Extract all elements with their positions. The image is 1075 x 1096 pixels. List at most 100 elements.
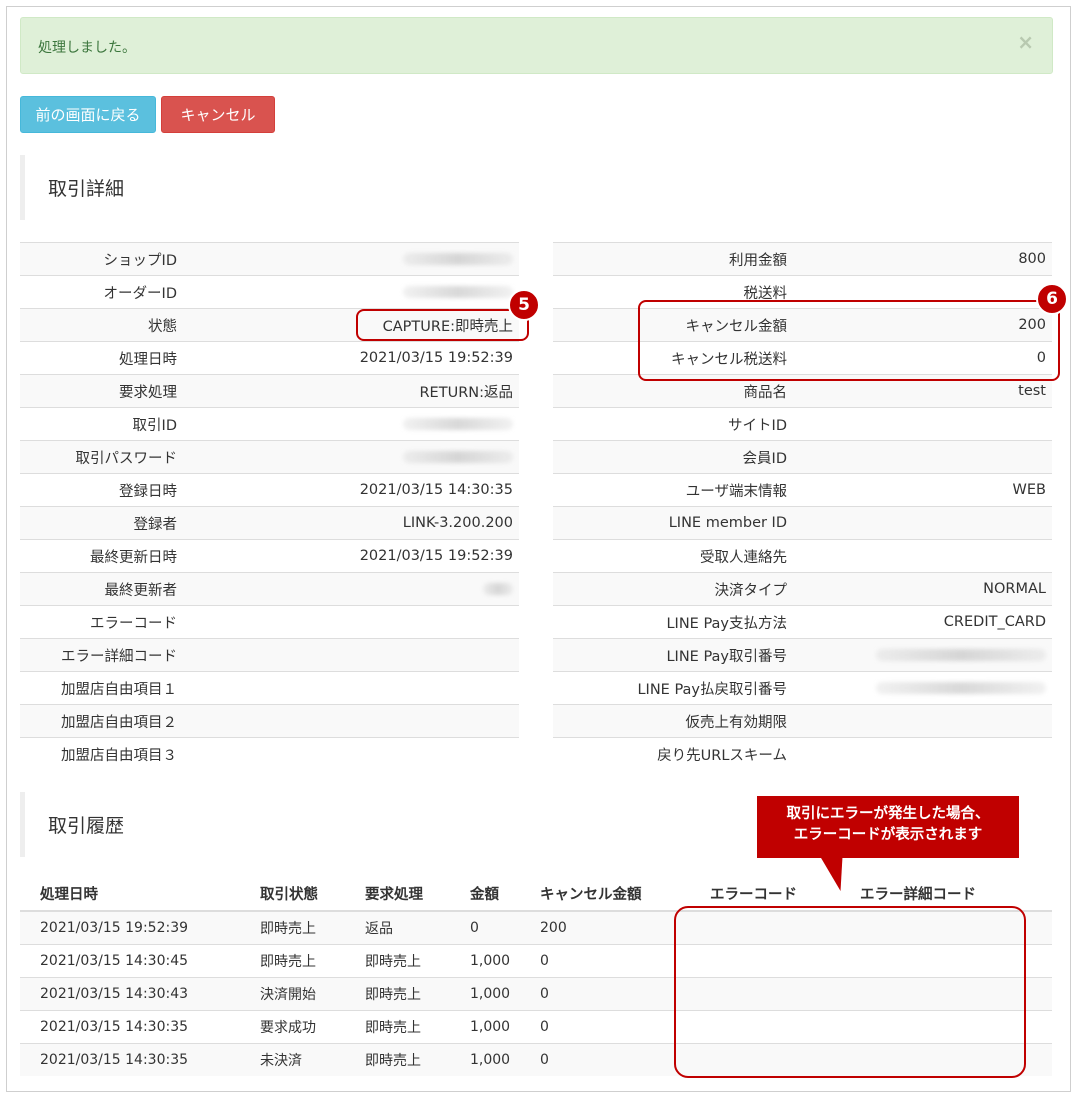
detail-label: LINE Pay取引番号 xyxy=(553,638,793,672)
detail-row: エラーコード xyxy=(20,605,519,639)
table-cell: 返品 xyxy=(345,910,450,944)
detail-row: 取引パスワード xyxy=(20,440,519,474)
callout-line-1: 取引にエラーが発生した場合、 xyxy=(786,806,990,822)
redacted-value xyxy=(403,451,513,463)
table-row: 2021/03/15 14:30:43 決済開始 即時売上 1,000 0 xyxy=(20,976,1052,1010)
table-cell: 即時売上 xyxy=(345,976,450,1010)
detail-value: RETURN:返品 xyxy=(183,374,519,408)
redacted-value xyxy=(403,253,513,265)
detail-label: 戻り先URLスキーム xyxy=(553,737,793,771)
callout-line-2: エラーコードが表示されます xyxy=(793,827,983,843)
table-cell: 2021/03/15 14:30:45 xyxy=(20,943,240,977)
table-row: 2021/03/15 14:30:45 即時売上 即時売上 1,000 0 xyxy=(20,943,1052,977)
detail-label: 加盟店自由項目１ xyxy=(20,671,183,705)
column-header: エラーコード xyxy=(690,877,840,912)
column-header: エラー詳細コード xyxy=(840,877,1052,912)
detail-value xyxy=(183,704,519,738)
detail-value xyxy=(183,440,519,474)
table-cell: 即時売上 xyxy=(240,943,345,977)
detail-row: 処理日時 2021/03/15 19:52:39 xyxy=(20,341,519,375)
detail-table-right: 利用金額 800 税送料 キャンセル金額 200 キャンセル税送料 0 商品名 test サイトI… xyxy=(553,242,1052,771)
detail-value: 2021/03/15 19:52:39 xyxy=(183,539,519,573)
detail-label: サイトID xyxy=(553,407,793,441)
section-title-history: 取引履歴 xyxy=(20,792,520,857)
detail-row: 決済タイプ NORMAL xyxy=(553,572,1052,606)
redacted-value xyxy=(403,418,513,430)
table-cell xyxy=(690,910,840,944)
detail-value xyxy=(793,407,1052,441)
table-cell: 0 xyxy=(520,1009,690,1043)
detail-label: 仮売上有効期限 xyxy=(553,704,793,738)
table-cell xyxy=(690,976,840,1010)
detail-label: オーダーID xyxy=(20,275,183,309)
back-button[interactable]: 前の画面に戻る xyxy=(20,96,156,133)
table-cell: 決済開始 xyxy=(240,976,345,1010)
table-cell: 0 xyxy=(520,1042,690,1076)
detail-label: エラー詳細コード xyxy=(20,638,183,672)
detail-row: 税送料 xyxy=(553,275,1052,309)
detail-value xyxy=(793,638,1052,672)
detail-value: 0 xyxy=(793,341,1052,375)
detail-value xyxy=(793,539,1052,573)
detail-row: 会員ID xyxy=(553,440,1052,474)
cancel-button[interactable]: キャンセル xyxy=(161,96,275,133)
detail-value xyxy=(183,275,519,309)
detail-label: 登録日時 xyxy=(20,473,183,507)
table-cell: 0 xyxy=(450,910,520,944)
detail-label: 利用金額 xyxy=(553,242,793,276)
table-cell: 2021/03/15 19:52:39 xyxy=(20,910,240,944)
detail-row: 仮売上有効期限 xyxy=(553,704,1052,738)
detail-value xyxy=(183,638,519,672)
close-icon[interactable]: × xyxy=(1017,32,1034,52)
detail-value xyxy=(183,242,519,276)
detail-label: 登録者 xyxy=(20,506,183,540)
detail-label: 取引パスワード xyxy=(20,440,183,474)
table-cell xyxy=(840,943,1052,977)
detail-row: LINE Pay支払方法 CREDIT_CARD xyxy=(553,605,1052,639)
table-cell: 即時売上 xyxy=(345,943,450,977)
column-header: 取引状態 xyxy=(240,877,345,912)
table-cell: 1,000 xyxy=(450,976,520,1010)
detail-row: ユーザ端末情報 WEB xyxy=(553,473,1052,507)
detail-row: 登録者 LINK-3.200.200 xyxy=(20,506,519,540)
table-cell: 1,000 xyxy=(450,1042,520,1076)
detail-value: NORMAL xyxy=(793,572,1052,606)
detail-label: キャンセル税送料 xyxy=(553,341,793,375)
column-header: 金額 xyxy=(450,877,520,912)
detail-label: 最終更新者 xyxy=(20,572,183,606)
detail-row: エラー詳細コード xyxy=(20,638,519,672)
detail-value xyxy=(793,671,1052,705)
detail-value: 2021/03/15 14:30:35 xyxy=(183,473,519,507)
table-cell: 1,000 xyxy=(450,1009,520,1043)
detail-value: CREDIT_CARD xyxy=(793,605,1052,639)
detail-value xyxy=(183,572,519,606)
step-badge-5: 5 xyxy=(508,289,540,321)
detail-row: 取引ID xyxy=(20,407,519,441)
table-cell: 2021/03/15 14:30:35 xyxy=(20,1042,240,1076)
alert-message: 処理しました。 xyxy=(38,40,136,56)
detail-value: 200 xyxy=(793,308,1052,342)
detail-value: CAPTURE:即時売上 xyxy=(183,308,519,342)
success-alert: 処理しました。 × xyxy=(20,17,1053,74)
detail-value xyxy=(793,275,1052,309)
detail-row: ショップID xyxy=(20,242,519,276)
detail-value: LINK-3.200.200 xyxy=(183,506,519,540)
detail-value xyxy=(183,737,519,771)
detail-table-left: ショップID オーダーID 状態 CAPTURE:即時売上 処理日時 2021/03/15… xyxy=(20,242,519,771)
detail-label: 加盟店自由項目２ xyxy=(20,704,183,738)
table-row: 2021/03/15 14:30:35 要求成功 即時売上 1,000 0 xyxy=(20,1009,1052,1043)
detail-row: 加盟店自由項目１ xyxy=(20,671,519,705)
detail-label: エラーコード xyxy=(20,605,183,639)
detail-value: test xyxy=(793,374,1052,408)
detail-row: 受取人連絡先 xyxy=(553,539,1052,573)
detail-label: 加盟店自由項目３ xyxy=(20,737,183,771)
detail-label: 商品名 xyxy=(553,374,793,408)
detail-row: LINE Pay払戻取引番号 xyxy=(553,671,1052,705)
detail-label: キャンセル金額 xyxy=(553,308,793,342)
table-cell: 0 xyxy=(520,976,690,1010)
detail-value xyxy=(183,407,519,441)
detail-value xyxy=(793,440,1052,474)
detail-label: ユーザ端末情報 xyxy=(553,473,793,507)
table-cell: 未決済 xyxy=(240,1042,345,1076)
table-row: 2021/03/15 19:52:39 即時売上 返品 0 200 xyxy=(20,910,1052,944)
